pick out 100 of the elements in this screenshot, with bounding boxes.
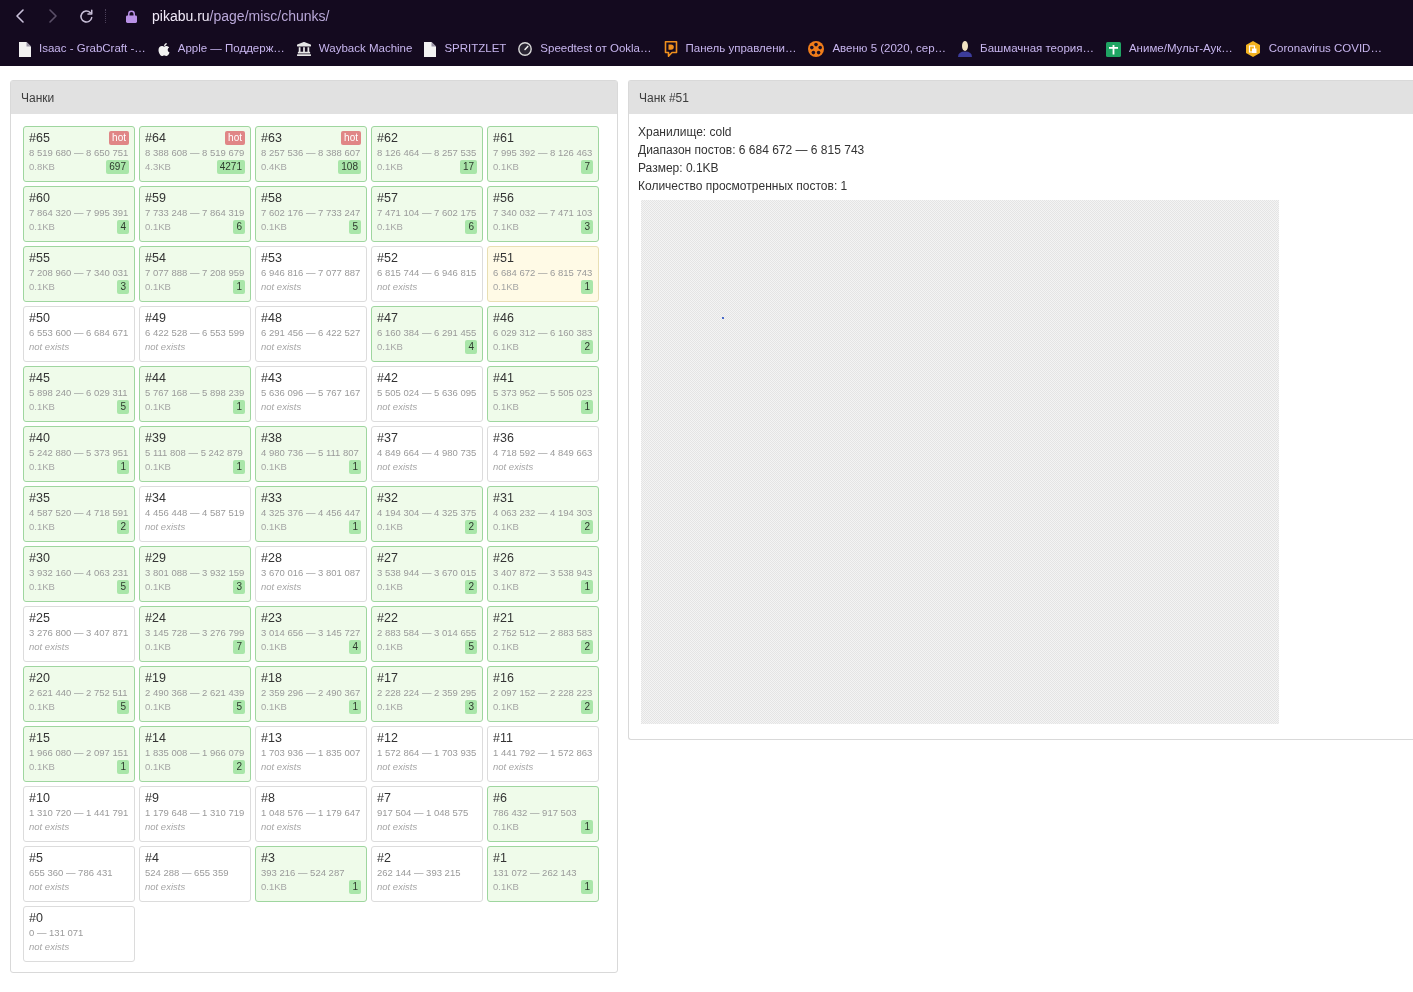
- document-icon: [19, 41, 31, 57]
- panel-title: Чанки: [21, 89, 55, 107]
- missing-status: not exists: [261, 340, 302, 353]
- bookmark-link[interactable]: Авеню 5 (2020, сер…: [808, 40, 947, 58]
- chunk-card[interactable]: #56 7 340 032 — 7 471 103 0.1KB 3: [487, 186, 599, 242]
- chunk-card[interactable]: #64 hot 8 388 608 — 8 519 679 4.3KB 4271: [139, 126, 251, 182]
- chunk-card[interactable]: #5 655 360 — 786 431 not exists: [23, 846, 135, 902]
- chunk-number: #52: [377, 250, 398, 266]
- chunk-card[interactable]: #57 7 471 104 — 7 602 175 0.1KB 6: [371, 186, 483, 242]
- chunk-card[interactable]: #24 3 145 728 — 3 276 799 0.1KB 7: [139, 606, 251, 662]
- chunk-card[interactable]: #14 1 835 008 — 1 966 079 0.1KB 2: [139, 726, 251, 782]
- chunk-card[interactable]: #63 hot 8 257 536 — 8 388 607 0.4KB 108: [255, 126, 367, 182]
- bookmark-link[interactable]: Панель управлени…: [663, 40, 797, 58]
- chunk-card[interactable]: #20 2 621 440 — 2 752 511 0.1KB 5: [23, 666, 135, 722]
- chunk-card[interactable]: #65 hot 8 519 680 — 8 650 751 0.8KB 697: [23, 126, 135, 182]
- chunk-card[interactable]: #36 4 718 592 — 4 849 663 not exists: [487, 426, 599, 482]
- chunk-card[interactable]: #26 3 407 872 — 3 538 943 0.1KB 1: [487, 546, 599, 602]
- chunk-card[interactable]: #62 8 126 464 — 8 257 535 0.1KB 17: [371, 126, 483, 182]
- chunk-card[interactable]: #28 3 670 016 — 3 801 087 not exists: [255, 546, 367, 602]
- chunk-card[interactable]: #27 3 538 944 — 3 670 015 0.1KB 2: [371, 546, 483, 602]
- film-reel-icon: [808, 41, 825, 57]
- bookmark-link[interactable]: SPRITZLET: [424, 40, 507, 58]
- chunk-card[interactable]: #18 2 359 296 — 2 490 367 0.1KB 1: [255, 666, 367, 722]
- chunk-card[interactable]: #43 5 636 096 — 5 767 167 not exists: [255, 366, 367, 422]
- chunk-card[interactable]: #38 4 980 736 — 5 111 807 0.1KB 1: [255, 426, 367, 482]
- chunk-card[interactable]: #45 5 898 240 — 6 029 311 0.1KB 5: [23, 366, 135, 422]
- chunk-card[interactable]: #22 2 883 584 — 3 014 655 0.1KB 5: [371, 606, 483, 662]
- chunk-card[interactable]: #3 393 216 — 524 287 0.1KB 1: [255, 846, 367, 902]
- bookmark-link[interactable]: Coronavirus COVID…: [1244, 40, 1382, 58]
- chunk-card[interactable]: #0 0 — 131 071 not exists: [23, 906, 135, 962]
- bookmark-link[interactable]: Apple — Поддерж…: [157, 40, 285, 58]
- chunk-card[interactable]: #29 3 801 088 — 3 932 159 0.1KB 3: [139, 546, 251, 602]
- view-count-badge: 2: [117, 519, 129, 534]
- chunk-card[interactable]: #16 2 097 152 — 2 228 223 0.1KB 2: [487, 666, 599, 722]
- chunk-size: 0.8KB: [29, 160, 55, 173]
- post-range: 8 126 464 — 8 257 535: [377, 146, 477, 159]
- post-range: 6 815 744 — 6 946 815: [377, 266, 477, 279]
- chunk-card[interactable]: #54 7 077 888 — 7 208 959 0.1KB 1: [139, 246, 251, 302]
- chunk-card[interactable]: #61 7 995 392 — 8 126 463 0.1KB 7: [487, 126, 599, 182]
- bookmark-link[interactable]: Аниме/Мульт-Аук…: [1105, 40, 1233, 58]
- hot-tag: hot: [341, 131, 361, 145]
- chunk-card[interactable]: #10 1 310 720 — 1 441 791 not exists: [23, 786, 135, 842]
- chunk-number: #36: [493, 430, 514, 446]
- chunk-card[interactable]: #55 7 208 960 — 7 340 031 0.1KB 3: [23, 246, 135, 302]
- chunk-card[interactable]: #39 5 111 808 — 5 242 879 0.1KB 1: [139, 426, 251, 482]
- chunk-card[interactable]: #25 3 276 800 — 3 407 871 not exists: [23, 606, 135, 662]
- chunk-card[interactable]: #30 3 932 160 — 4 063 231 0.1KB 5: [23, 546, 135, 602]
- chunk-card[interactable]: #17 2 228 224 — 2 359 295 0.1KB 3: [371, 666, 483, 722]
- chunk-card[interactable]: #2 262 144 — 393 215 not exists: [371, 846, 483, 902]
- chunk-card[interactable]: #15 1 966 080 — 2 097 151 0.1KB 1: [23, 726, 135, 782]
- chunk-card[interactable]: #58 7 602 176 — 7 733 247 0.1KB 5: [255, 186, 367, 242]
- missing-status: not exists: [493, 460, 534, 473]
- chunk-card[interactable]: #37 4 849 664 — 4 980 735 not exists: [371, 426, 483, 482]
- view-count-badge: 5: [117, 699, 129, 714]
- chunk-card[interactable]: #13 1 703 936 — 1 835 007 not exists: [255, 726, 367, 782]
- chunk-card[interactable]: #6 786 432 — 917 503 0.1KB 1: [487, 786, 599, 842]
- chunk-card[interactable]: #21 2 752 512 — 2 883 583 0.1KB 2: [487, 606, 599, 662]
- chunk-card[interactable]: #47 6 160 384 — 6 291 455 0.1KB 4: [371, 306, 483, 362]
- post-range: 3 801 088 — 3 932 159: [145, 566, 245, 579]
- bookmark-link[interactable]: Isaac - GrabCraft -…: [19, 40, 146, 58]
- view-count-badge: 2: [581, 639, 593, 654]
- chunk-card[interactable]: #9 1 179 648 — 1 310 719 not exists: [139, 786, 251, 842]
- chunk-card[interactable]: #7 917 504 — 1 048 575 not exists: [371, 786, 483, 842]
- chunk-number: #40: [29, 430, 50, 446]
- chunk-card[interactable]: #32 4 194 304 — 4 325 375 0.1KB 2: [371, 486, 483, 542]
- chunk-card[interactable]: #46 6 029 312 — 6 160 383 0.1KB 2: [487, 306, 599, 362]
- address-field[interactable]: pikabu.ru/page/misc/chunks/: [152, 5, 330, 27]
- chunk-card[interactable]: #1 131 072 — 262 143 0.1KB 1: [487, 846, 599, 902]
- chunk-size: 0.1KB: [29, 760, 55, 773]
- chunk-card[interactable]: #35 4 587 520 — 4 718 591 0.1KB 2: [23, 486, 135, 542]
- chunk-card[interactable]: #49 6 422 528 — 6 553 599 not exists: [139, 306, 251, 362]
- chunk-card[interactable]: #11 1 441 792 — 1 572 863 not exists: [487, 726, 599, 782]
- chunk-card[interactable]: #59 7 733 248 — 7 864 319 0.1KB 6: [139, 186, 251, 242]
- chunk-card[interactable]: #44 5 767 168 — 5 898 239 0.1KB 1: [139, 366, 251, 422]
- detail-text: Диапазон постов: 6 684 672 — 6 815 743: [638, 142, 865, 159]
- chunk-card[interactable]: #52 6 815 744 — 6 946 815 not exists: [371, 246, 483, 302]
- chunk-card[interactable]: #8 1 048 576 — 1 179 647 not exists: [255, 786, 367, 842]
- post-range: 4 718 592 — 4 849 663: [493, 446, 593, 459]
- chunk-card[interactable]: #48 6 291 456 — 6 422 527 not exists: [255, 306, 367, 362]
- bookmark-link[interactable]: Wayback Machine: [296, 40, 413, 58]
- chunk-card[interactable]: #34 4 456 448 — 4 587 519 not exists: [139, 486, 251, 542]
- chunk-card[interactable]: #50 6 553 600 — 6 684 671 not exists: [23, 306, 135, 362]
- chunk-card[interactable]: #33 4 325 376 — 4 456 447 0.1KB 1: [255, 486, 367, 542]
- chunk-card[interactable]: #12 1 572 864 — 1 703 935 not exists: [371, 726, 483, 782]
- chunk-card[interactable]: #42 5 505 024 — 5 636 095 not exists: [371, 366, 483, 422]
- chunk-card[interactable]: #31 4 063 232 — 4 194 303 0.1KB 2: [487, 486, 599, 542]
- chunk-card[interactable]: #60 7 864 320 — 7 995 391 0.1KB 4: [23, 186, 135, 242]
- bookmark-link[interactable]: Башмачная теория…: [958, 40, 1094, 58]
- chunk-card[interactable]: #19 2 490 368 — 2 621 439 0.1KB 5: [139, 666, 251, 722]
- chunk-card[interactable]: #23 3 014 656 — 3 145 727 0.1KB 4: [255, 606, 367, 662]
- chunk-card[interactable]: #53 6 946 816 — 7 077 887 not exists: [255, 246, 367, 302]
- chunk-size: 0.1KB: [493, 340, 519, 353]
- chunk-number: #65: [29, 130, 50, 146]
- chunk-card[interactable]: #41 5 373 952 — 5 505 023 0.1KB 1: [487, 366, 599, 422]
- chunk-card[interactable]: #40 5 242 880 — 5 373 951 0.1KB 1: [23, 426, 135, 482]
- chunk-card[interactable]: #4 524 288 — 655 359 not exists: [139, 846, 251, 902]
- bookmark-link[interactable]: Speedtest от Ookla…: [518, 40, 652, 58]
- chunk-number: #23: [261, 610, 282, 626]
- chunk-number: #37: [377, 430, 398, 446]
- chunk-card[interactable]: #51 6 684 672 — 6 815 743 0.1KB 1: [487, 246, 599, 302]
